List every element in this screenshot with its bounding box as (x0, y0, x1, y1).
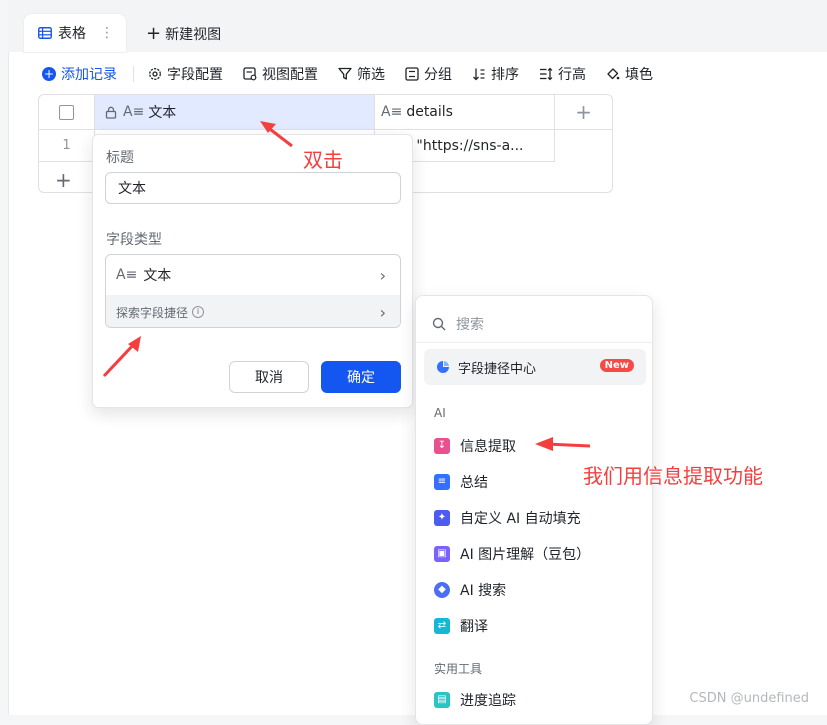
annotation-double-click: 双击 (303, 148, 343, 172)
watermark: CSDN @undefined (689, 691, 809, 706)
annotation-arrows (102, 121, 591, 451)
arrow-annotation (260, 121, 293, 148)
arrow-annotation (535, 437, 591, 451)
annotation-use-feature: 我们用信息提取功能 (583, 464, 763, 488)
arrow-annotation (102, 336, 141, 378)
